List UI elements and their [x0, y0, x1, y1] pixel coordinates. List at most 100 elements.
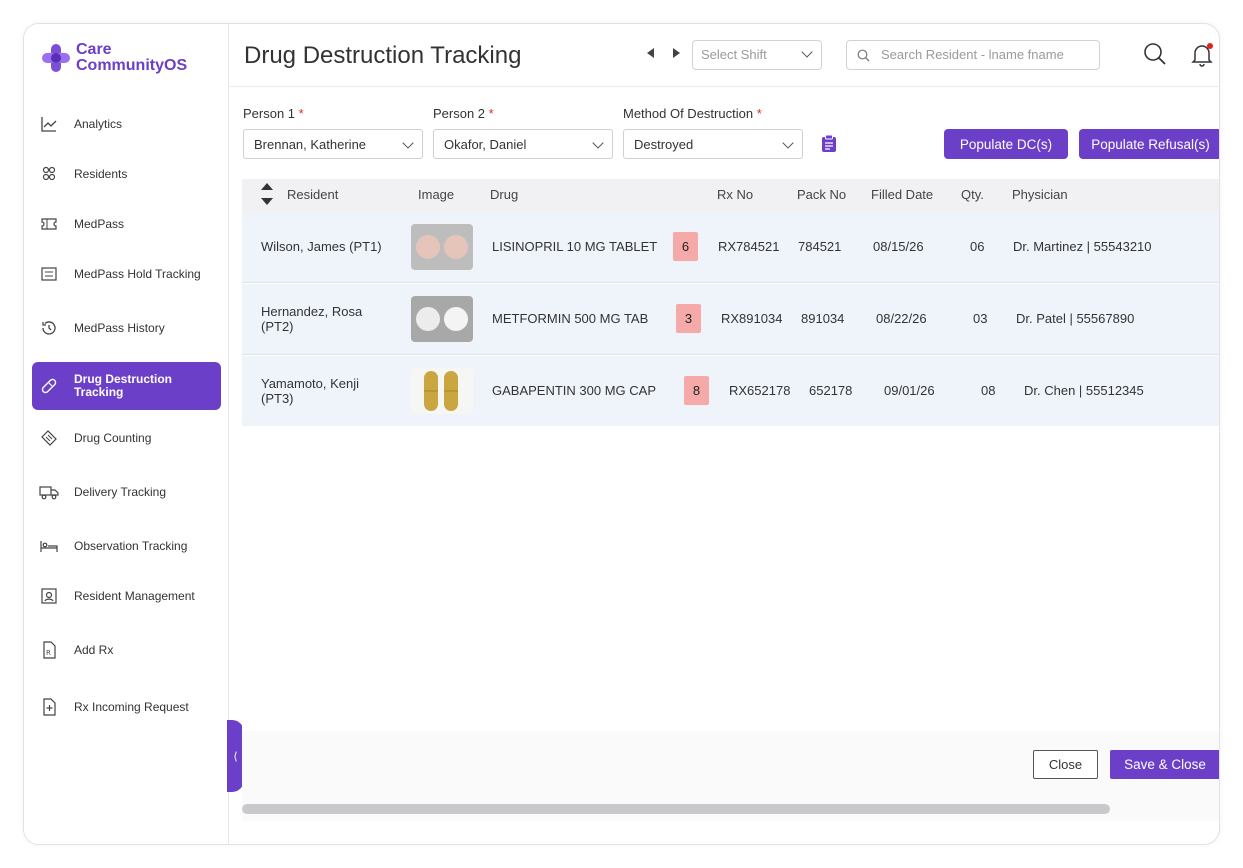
sidebar-item-medpass-hold-tracking[interactable]: MedPass Hold Tracking — [32, 252, 221, 296]
sidebar-item-label: Rx Incoming Request — [74, 700, 189, 714]
column-header-rx-no[interactable]: Rx No — [717, 187, 753, 202]
column-header-drug[interactable]: Drug — [490, 187, 518, 202]
svg-text:R: R — [46, 649, 51, 657]
sidebar-item-resident-management[interactable]: Resident Management — [32, 574, 221, 618]
save-close-button[interactable]: Save & Close — [1110, 750, 1219, 779]
rx-no: RX652178 — [729, 383, 791, 398]
column-header-pack-no[interactable]: Pack No — [797, 187, 846, 202]
method-select[interactable]: Destroyed — [623, 129, 803, 159]
logo[interactable]: Care CommunityOS — [40, 42, 187, 74]
close-button[interactable]: Close — [1033, 750, 1098, 779]
resident-name: Yamamoto, Kenji (PT3) — [261, 376, 360, 406]
rx-no: RX784521 — [718, 239, 780, 254]
physician: Dr. Martinez | 55543210 — [1013, 239, 1152, 254]
history-icon — [38, 317, 60, 339]
sidebar-item-label: MedPass Hold Tracking — [74, 267, 201, 281]
sidebar-item-medpass[interactable]: MedPass — [32, 202, 221, 246]
populate-dc-button[interactable]: Populate DC(s) — [944, 129, 1068, 159]
sidebar-item-drug-counting[interactable]: Drug Counting — [32, 416, 221, 460]
physician: Dr. Chen | 55512345 — [1024, 383, 1144, 398]
chart-line-icon — [38, 113, 60, 135]
sidebar-item-add-rx[interactable]: R Add Rx — [32, 628, 221, 672]
search-icon — [857, 49, 870, 65]
rx-file-icon: R — [38, 639, 60, 661]
sidebar-item-label: MedPass — [74, 217, 125, 231]
tag-icon — [38, 427, 60, 449]
sidebar-item-label: MedPass History — [74, 321, 165, 335]
yellow-capsules-image — [411, 368, 473, 414]
bell-icon[interactable] — [1190, 42, 1214, 73]
person2-value: Okafor, Daniel — [444, 137, 527, 152]
column-header-physician[interactable]: Physician — [1012, 187, 1068, 202]
sidebar: Care CommunityOS Analytics Residents Med… — [24, 24, 229, 844]
filled-date: 08/15/26 — [873, 239, 924, 254]
count-badge: 6 — [673, 232, 698, 261]
sidebar-item-medpass-history[interactable]: MedPass History — [32, 306, 221, 350]
column-header-filled-date[interactable]: Filled Date — [871, 187, 933, 202]
method-label: Method Of Destruction * — [623, 106, 762, 121]
sort-icon[interactable] — [261, 183, 273, 209]
sidebar-item-label: Resident Management — [74, 589, 195, 603]
resident-name: Hernandez, Rosa (PT2) — [261, 304, 363, 334]
next-arrow-icon[interactable] — [673, 48, 680, 58]
logo-cross-icon — [40, 42, 72, 74]
sidebar-item-rx-incoming-request[interactable]: Rx Incoming Request — [32, 685, 221, 729]
pink-round-tablets-image — [411, 224, 473, 270]
required-mark: * — [756, 106, 762, 121]
sidebar-item-residents[interactable]: Residents — [32, 152, 221, 196]
column-header-image: Image — [418, 187, 455, 202]
person2-label: Person 2 * — [433, 106, 494, 121]
sidebar-item-label: Residents — [74, 167, 128, 181]
logo-line-2: CommunityOS — [76, 57, 188, 74]
populate-refusal-button[interactable]: Populate Refusal(s) — [1079, 129, 1219, 159]
id-card-icon — [38, 585, 60, 607]
pack-no: 891034 — [801, 311, 845, 326]
table-row[interactable]: Wilson, James (PT1) LISINOPRIL 10 MG TAB… — [242, 212, 1219, 283]
resident-name: Wilson, James (PT1) — [261, 239, 382, 254]
search-placeholder: Search Resident - lname fname — [881, 47, 1064, 62]
chevron-left-icon: ⟨ — [233, 750, 238, 763]
search-icon[interactable] — [1143, 42, 1167, 71]
method-value: Destroyed — [634, 137, 694, 152]
sidebar-item-label: Drug Counting — [74, 431, 152, 445]
shift-select[interactable]: Select Shift — [692, 40, 822, 70]
table-row[interactable]: Yamamoto, Kenji (PT3) GABAPENTIN 300 MG … — [242, 356, 1219, 427]
pack-no: 652178 — [809, 383, 853, 398]
ticket-icon — [38, 213, 60, 235]
shift-select-placeholder: Select Shift — [701, 47, 767, 62]
column-header-resident[interactable]: Resident — [287, 187, 338, 202]
clipboard-icon[interactable] — [821, 134, 837, 158]
table-row[interactable]: Hernandez, Rosa (PT2) METFORMIN 500 MG T… — [242, 284, 1219, 355]
sidebar-item-analytics[interactable]: Analytics — [32, 102, 221, 146]
person2-select[interactable]: Okafor, Daniel — [433, 129, 613, 159]
pill-icon — [38, 375, 60, 397]
search-input[interactable]: Search Resident - lname fname — [846, 40, 1100, 70]
chevron-down-icon — [592, 137, 604, 149]
hold-list-icon — [38, 263, 60, 285]
table-empty-area — [242, 426, 1219, 731]
sidebar-item-drug-destruction-tracking[interactable]: Drug Destruction Tracking — [32, 362, 221, 410]
person1-label: Person 1 * — [243, 106, 304, 121]
prev-arrow-icon[interactable] — [647, 48, 654, 58]
app-window: Care CommunityOS Analytics Residents Med… — [23, 23, 1220, 845]
file-plus-icon — [38, 696, 60, 718]
sidebar-item-observation-tracking[interactable]: Observation Tracking — [32, 524, 221, 568]
sidebar-item-label: Drug Destruction Tracking — [74, 372, 173, 399]
person1-label-text: Person 1 — [243, 106, 296, 121]
required-mark: * — [488, 106, 494, 121]
horizontal-scrollbar[interactable] — [242, 804, 1110, 814]
sidebar-item-delivery-tracking[interactable]: Delivery Tracking — [32, 470, 221, 514]
column-header-qty[interactable]: Qty. — [961, 187, 984, 202]
sidebar-item-label: Add Rx — [74, 643, 114, 657]
pack-no: 784521 — [798, 239, 842, 254]
sidebar-item-label: Analytics — [74, 117, 123, 131]
white-round-tablets-image — [411, 296, 473, 342]
drug-name: LISINOPRIL 10 MG TABLET — [492, 239, 658, 254]
drug-name: GABAPENTIN 300 MG CAP — [492, 383, 656, 398]
filled-date: 09/01/26 — [884, 383, 935, 398]
sidebar-item-label: Observation Tracking — [74, 539, 188, 553]
bed-icon — [38, 535, 60, 557]
person1-select[interactable]: Brennan, Katherine — [243, 129, 423, 159]
people-icon — [38, 163, 60, 185]
person2-label-text: Person 2 — [433, 106, 486, 121]
